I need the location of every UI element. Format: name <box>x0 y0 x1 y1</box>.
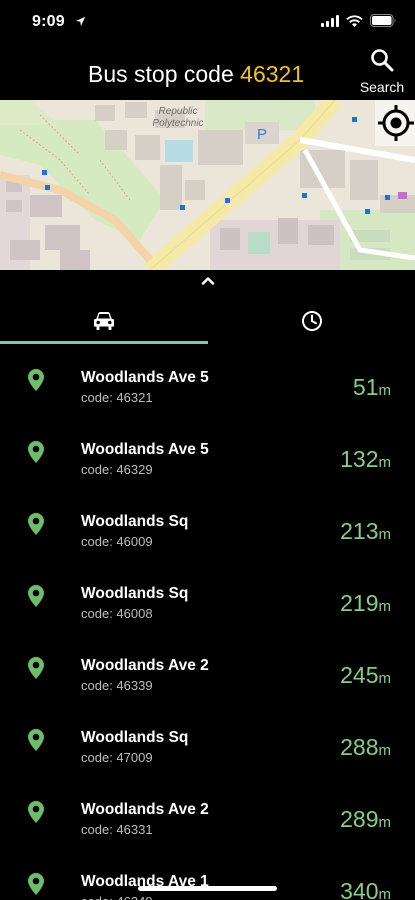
search-icon <box>370 48 394 77</box>
stop-name: Woodlands Sq <box>81 513 189 530</box>
stop-distance: 132m <box>340 446 391 473</box>
search-button[interactable]: Search <box>357 48 407 96</box>
stop-name: Woodlands Ave 5 <box>81 369 209 386</box>
distance-value: 340 <box>340 878 379 900</box>
list-item[interactable]: Woodlands Sq code: 47009 288m <box>0 704 415 776</box>
bus-stop-code: 46321 <box>240 61 305 87</box>
distance-value: 132 <box>340 446 379 472</box>
list-item[interactable]: Woodlands Sq code: 46008 219m <box>0 560 415 632</box>
stop-code: code: 46009 <box>81 534 153 549</box>
tab-recent[interactable] <box>208 298 415 344</box>
distance-value: 213 <box>340 518 379 544</box>
chevron-up-icon <box>201 277 215 285</box>
map-label-republic: Republic <box>159 106 198 117</box>
tab-bar <box>0 298 415 344</box>
map-pin-icon <box>27 656 45 685</box>
status-bar: 9:09 <box>0 0 415 44</box>
map-pin-icon <box>27 872 45 900</box>
list-item[interactable]: Woodlands Ave 5 code: 46329 132m <box>0 416 415 488</box>
clock-icon <box>301 311 322 331</box>
distance-unit: m <box>378 670 392 687</box>
stop-code: code: 46008 <box>81 606 153 621</box>
stop-distance: 213m <box>340 518 391 545</box>
map-pin-icon <box>27 800 45 829</box>
search-label: Search <box>359 79 405 95</box>
stop-name: Woodlands Ave 2 <box>81 801 209 818</box>
panel-collapse-button[interactable] <box>197 276 219 290</box>
list-item[interactable]: Woodlands Ave 1code: 46349340m <box>0 848 415 900</box>
stop-code: code: 46321 <box>81 390 153 405</box>
distance-unit: m <box>378 598 392 615</box>
list-item[interactable]: Woodlands Ave 2 code: 46331 289m <box>0 776 415 848</box>
list-item[interactable]: Woodlands Sq code: 46009 213m <box>0 488 415 560</box>
map-pin-icon <box>27 368 45 397</box>
map-label-polytechnic: Polytechnic <box>152 118 203 129</box>
stop-code: code: 46329 <box>81 462 153 477</box>
locate-me-button[interactable] <box>375 100 415 151</box>
list-item[interactable]: Woodlands Ave 5 code: 46321 51m <box>0 344 415 416</box>
map-pin-icon <box>27 728 45 757</box>
stop-distance: 289m <box>340 806 391 833</box>
status-time: 9:09 <box>32 13 65 30</box>
stop-distance: 340m <box>340 878 391 900</box>
stop-code: code: 46349 <box>81 894 153 900</box>
crosshair-icon <box>375 100 415 146</box>
distance-value: 245 <box>340 662 379 688</box>
page-title-label: Bus stop code <box>88 61 234 87</box>
stop-name: Woodlands Sq <box>81 585 189 602</box>
map-pin-icon <box>27 440 45 469</box>
tab-nearby[interactable] <box>0 298 207 344</box>
stop-code: code: 46339 <box>81 678 153 693</box>
distance-value: 288 <box>340 734 379 760</box>
distance-unit: m <box>378 454 392 471</box>
status-indicators <box>321 14 397 32</box>
car-icon <box>93 312 114 330</box>
list-item[interactable]: Woodlands Ave 2 code: 46339 245m <box>0 632 415 704</box>
map-pin-icon <box>27 512 45 541</box>
header: Bus stop code 46321 Search <box>0 44 415 100</box>
location-arrow-icon <box>75 14 86 32</box>
distance-unit: m <box>378 886 392 900</box>
signal-icon <box>321 14 339 32</box>
distance-unit: m <box>378 742 392 759</box>
stop-code: code: 47009 <box>81 750 153 765</box>
stop-distance: 288m <box>340 734 391 761</box>
distance-value: 51 <box>352 374 379 400</box>
stop-distance: 219m <box>340 590 391 617</box>
stop-name: Woodlands Ave 2 <box>81 657 209 674</box>
distance-unit: m <box>378 814 392 831</box>
map-view[interactable]: P Republic Polytechnic <box>0 100 415 270</box>
distance-value: 219 <box>340 590 379 616</box>
parking-label: P <box>257 126 267 143</box>
stop-distance: 245m <box>340 662 391 689</box>
stop-name: Woodlands Sq <box>81 729 189 746</box>
wifi-icon <box>346 14 363 32</box>
stop-distance: 51m <box>353 374 391 401</box>
page-title: Bus stop code 46321 <box>88 61 304 88</box>
stop-code: code: 46331 <box>81 822 153 837</box>
battery-icon <box>370 14 397 32</box>
bus-stop-list: Woodlands Ave 5 code: 46321 51m Woodlands A… <box>0 344 415 900</box>
distance-value: 289 <box>340 806 379 832</box>
home-indicator <box>138 886 277 891</box>
distance-unit: m <box>378 526 392 543</box>
distance-unit: m <box>378 382 392 399</box>
stop-name: Woodlands Ave 5 <box>81 441 209 458</box>
map-canvas: P Republic Polytechnic <box>0 100 415 270</box>
map-pin-icon <box>27 584 45 613</box>
